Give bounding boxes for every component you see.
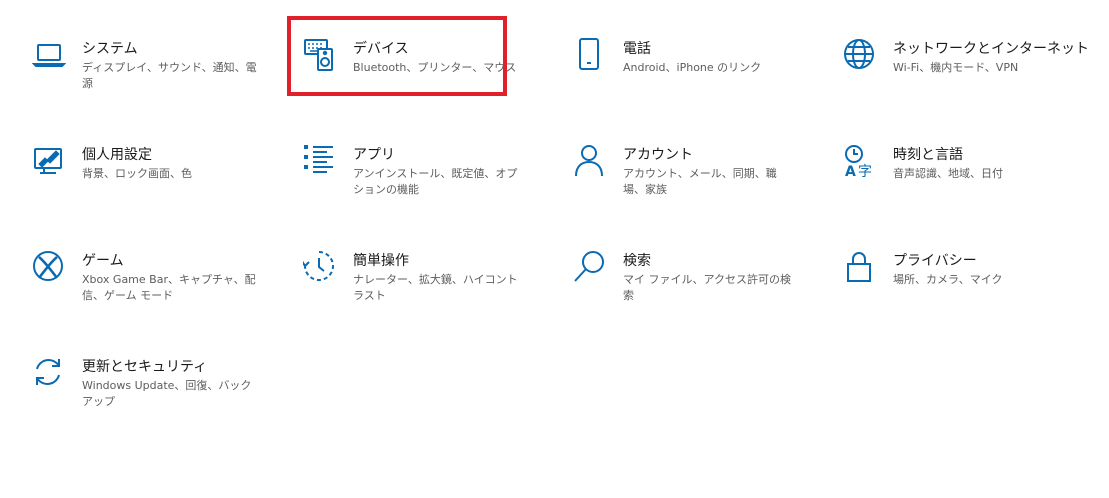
tile-phone[interactable]: 電話 Android、iPhone のリンク — [573, 38, 823, 118]
tile-search[interactable]: 検索 マイ ファイル、アクセス許可の検索 — [573, 250, 823, 330]
tile-title: 検索 — [623, 253, 651, 269]
tile-title: 時刻と言語 — [893, 147, 963, 163]
tile-update-security[interactable]: 更新とセキュリティ Windows Update、回復、バックアップ — [32, 356, 282, 436]
svg-text:字: 字 — [858, 164, 872, 178]
devices-icon — [303, 38, 337, 72]
tile-description: ナレーター、拡大鏡、ハイコントラスト — [353, 273, 518, 302]
tile-accounts[interactable]: アカウント アカウント、メール、同期、職場、家族 — [573, 144, 823, 224]
tile-title: プライバシー — [893, 253, 977, 269]
apps-list-icon — [303, 144, 337, 178]
tile-title: デバイス — [353, 41, 409, 57]
tile-description: Bluetooth、プリンター、マウス — [353, 61, 517, 74]
tile-title: 電話 — [623, 41, 651, 57]
xbox-icon — [32, 250, 66, 284]
tile-gaming[interactable]: ゲーム Xbox Game Bar、キャプチャ、配信、ゲーム モード — [32, 250, 282, 330]
tile-ease-of-access[interactable]: 簡単操作 ナレーター、拡大鏡、ハイコントラスト — [303, 250, 553, 330]
tile-apps[interactable]: アプリ アンインストール、既定値、オプションの機能 — [303, 144, 553, 224]
personalization-icon — [32, 144, 66, 178]
tile-description: 音声認識、地域、日付 — [893, 167, 1003, 180]
tile-system[interactable]: システム ディスプレイ、サウンド、通知、電源 — [32, 38, 282, 118]
tile-privacy[interactable]: プライバシー 場所、カメラ、マイク — [843, 250, 1093, 330]
sync-icon — [32, 356, 66, 390]
tile-description: アカウント、メール、同期、職場、家族 — [623, 167, 777, 196]
lock-icon — [843, 250, 877, 284]
tile-network[interactable]: ネットワークとインターネット Wi-Fi、機内モード、VPN — [843, 38, 1093, 118]
laptop-icon — [32, 38, 66, 72]
tile-description: 場所、カメラ、マイク — [893, 273, 1003, 286]
settings-grid: システム ディスプレイ、サウンド、通知、電源 デバイス Bluetooth、プリ… — [0, 0, 1109, 498]
tile-description: Wi-Fi、機内モード、VPN — [893, 61, 1019, 74]
tile-title: アカウント — [623, 147, 693, 163]
tile-title: システム — [82, 41, 138, 57]
ease-of-access-icon — [303, 250, 337, 284]
svg-text:A: A — [845, 164, 856, 178]
tile-description: Windows Update、回復、バックアップ — [82, 379, 252, 408]
tile-title: ネットワークとインターネット — [893, 41, 1089, 57]
tile-description: ディスプレイ、サウンド、通知、電源 — [82, 61, 257, 90]
tile-description: 背景、ロック画面、色 — [82, 167, 192, 180]
phone-icon — [573, 38, 607, 72]
tile-personalization[interactable]: 個人用設定 背景、ロック画面、色 — [32, 144, 282, 224]
tile-title: アプリ — [353, 147, 395, 163]
tile-title: 更新とセキュリティ — [82, 359, 208, 375]
person-icon — [573, 144, 607, 178]
tile-devices[interactable]: デバイス Bluetooth、プリンター、マウス — [303, 38, 553, 118]
time-language-icon: A 字 — [843, 144, 877, 178]
tile-description: アンインストール、既定値、オプションの機能 — [353, 167, 518, 196]
search-icon — [573, 250, 607, 284]
tile-title: ゲーム — [82, 253, 124, 269]
tile-description: マイ ファイル、アクセス許可の検索 — [623, 273, 791, 302]
tile-time-language[interactable]: A 字 時刻と言語 音声認識、地域、日付 — [843, 144, 1093, 224]
tile-title: 個人用設定 — [82, 147, 152, 163]
tile-title: 簡単操作 — [353, 253, 409, 269]
tile-description: Android、iPhone のリンク — [623, 61, 762, 74]
tile-description: Xbox Game Bar、キャプチャ、配信、ゲーム モード — [82, 273, 256, 302]
globe-icon — [843, 38, 877, 72]
